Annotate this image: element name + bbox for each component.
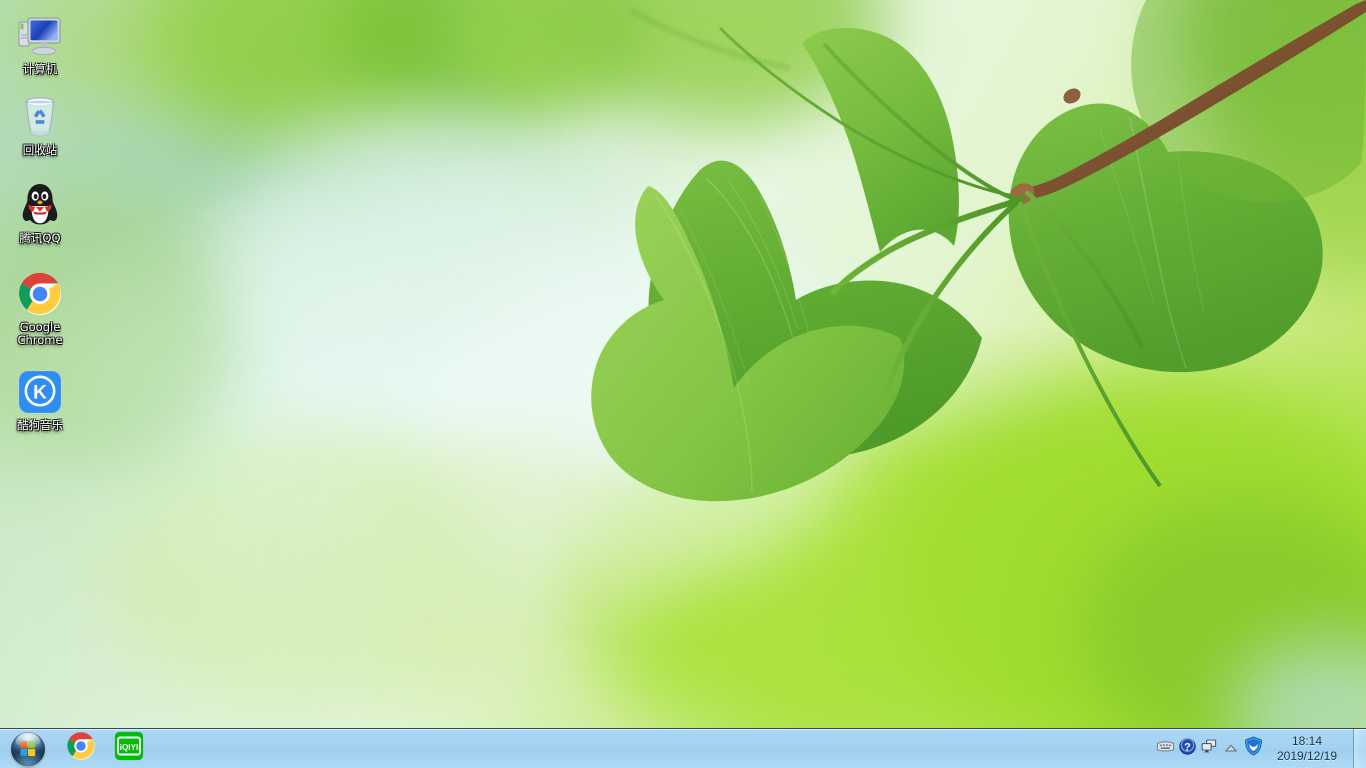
desktop-icon-label: Google Chrome — [17, 319, 63, 347]
tray-item-show-hidden-icons[interactable] — [1220, 734, 1242, 764]
ginkgo-leaves-illustration — [591, 0, 1366, 502]
desktop-icon-kugou-music[interactable]: K 酷狗音乐 — [2, 368, 78, 433]
svg-text:?: ? — [1184, 741, 1191, 753]
google-chrome-icon — [16, 270, 64, 318]
recycle-bin-icon — [16, 93, 64, 141]
show-desktop-button[interactable] — [1353, 729, 1366, 768]
iqiyi-logo-text: iQIYI — [120, 743, 138, 752]
tray-item-help[interactable]: ? — [1176, 734, 1198, 764]
system-tray[interactable]: ? 18:14 2019/12/19 — [1154, 729, 1366, 768]
show-hidden-icons-icon — [1224, 740, 1238, 758]
tray-item-pc-manager[interactable] — [1242, 734, 1264, 764]
desktop-icon-recycle-bin[interactable]: 回收站 — [2, 93, 78, 158]
kugou-music-icon: K — [16, 368, 64, 416]
google-chrome-icon — [66, 731, 96, 766]
desktop-icon-label: 酷狗音乐 — [17, 417, 63, 432]
network-icon — [1201, 738, 1217, 759]
desktop-icon-label: 计算机 — [22, 62, 58, 76]
desktop-icon-layer: 计算机 回收站 腾讯QQ Google Chrome K 酷狗音乐 — [0, 0, 90, 720]
help-question-icon: ? — [1178, 737, 1196, 760]
tencent-qq-icon — [16, 181, 64, 229]
desktop-icon-label: 腾讯QQ — [19, 231, 61, 245]
desktop-icon-label: 回收站 — [22, 142, 58, 157]
desktop-icon-tencent-qq[interactable]: 腾讯QQ — [2, 181, 78, 246]
clock-date: 2019/12/19 — [1276, 748, 1338, 763]
desktop-wallpaper — [0, 0, 1366, 768]
taskbar[interactable]: iQIYI ? 18:14 2019/12/19 — [0, 728, 1366, 768]
taskbar-item-iqiyi[interactable]: iQIYI — [111, 731, 147, 766]
windows-flag-icon — [19, 740, 37, 757]
svg-text:K: K — [33, 382, 47, 403]
background-stem — [628, 7, 791, 71]
computer-icon — [16, 12, 64, 60]
desktop[interactable]: 计算机 回收站 腾讯QQ Google Chrome K 酷狗音乐 iQIYI … — [0, 0, 1366, 768]
desktop-icon-google-chrome[interactable]: Google Chrome — [2, 270, 78, 348]
start-button[interactable] — [1, 730, 55, 768]
quick-launch-bar[interactable]: iQIYI — [63, 729, 147, 768]
windows-start-orb-icon — [11, 731, 45, 766]
taskbar-item-chrome[interactable] — [63, 732, 99, 766]
tencent-pcmanager-shield-icon — [1244, 736, 1263, 761]
iqiyi-icon: iQIYI — [114, 731, 144, 766]
tray-item-ime[interactable] — [1154, 734, 1176, 764]
tray-item-network[interactable] — [1198, 734, 1220, 764]
desktop-icon-computer[interactable]: 计算机 — [2, 12, 78, 77]
keyboard-ime-icon — [1156, 739, 1175, 758]
clock-time: 18:14 — [1291, 733, 1323, 748]
taskbar-clock[interactable]: 18:14 2019/12/19 — [1264, 729, 1350, 768]
